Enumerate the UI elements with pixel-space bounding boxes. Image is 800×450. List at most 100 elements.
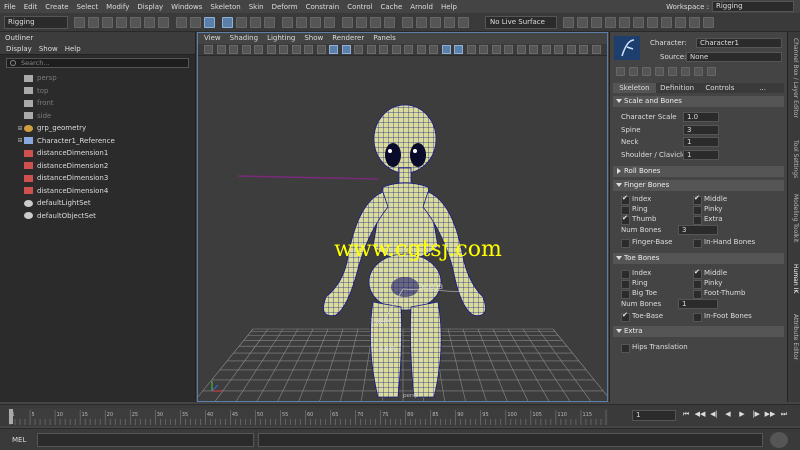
workspace-dropdown[interactable]: Rigging bbox=[712, 1, 794, 12]
render-tool-icon[interactable] bbox=[633, 17, 644, 28]
side-tab[interactable]: Tool Settings bbox=[790, 140, 799, 178]
current-frame-field[interactable]: 1 bbox=[632, 410, 676, 421]
bone-checkbox[interactable]: Index bbox=[621, 269, 651, 279]
hik-tool-icon[interactable] bbox=[668, 67, 677, 76]
playback-button-icon[interactable]: ⏭ bbox=[778, 410, 790, 419]
bone-checkbox[interactable]: Ring bbox=[621, 205, 648, 215]
shelf-tool-icon[interactable] bbox=[190, 17, 201, 28]
outliner-item[interactable]: defaultObjectSet bbox=[0, 210, 195, 223]
viewport-tool-icon[interactable] bbox=[354, 45, 363, 54]
side-tab[interactable]: Channel Box / Layer Editor bbox=[790, 38, 799, 118]
hips-translation-checkbox[interactable]: Hips Translation bbox=[621, 343, 688, 353]
shelf-tool-icon[interactable] bbox=[342, 17, 353, 28]
viewport-tool-icon[interactable] bbox=[441, 45, 451, 54]
viewport-tool-icon[interactable] bbox=[579, 45, 588, 54]
shelf-tool-icon[interactable] bbox=[444, 17, 455, 28]
viewport-tool-icon[interactable] bbox=[466, 45, 476, 54]
menu-skin[interactable]: Skin bbox=[245, 3, 268, 11]
viewport-tool-icon[interactable] bbox=[204, 45, 213, 54]
outliner-item[interactable]: distanceDimension2 bbox=[0, 160, 195, 173]
side-tab[interactable]: Attribute Editor bbox=[790, 314, 799, 360]
viewport-tool-icon[interactable] bbox=[429, 45, 438, 54]
shelf-tool-icon[interactable] bbox=[282, 17, 293, 28]
viewport-tool-icon[interactable] bbox=[479, 45, 488, 54]
hik-tool-icon[interactable] bbox=[629, 67, 638, 76]
menu-deform[interactable]: Deform bbox=[268, 3, 302, 11]
hik-tool-icon[interactable] bbox=[694, 67, 703, 76]
playback-button-icon[interactable]: ⏮ bbox=[680, 410, 692, 419]
hik-tab[interactable]: Controls bbox=[698, 83, 742, 93]
render-tool-icon[interactable] bbox=[703, 17, 714, 28]
shelf-tool-icon[interactable] bbox=[402, 17, 413, 28]
viewport-tool-icon[interactable] bbox=[541, 45, 551, 54]
shelf-tool-icon[interactable] bbox=[158, 17, 169, 28]
menu-select[interactable]: Select bbox=[73, 3, 103, 11]
bone-checkbox[interactable]: Ring bbox=[621, 279, 648, 289]
viewport-menu-item[interactable]: Lighting bbox=[267, 33, 295, 44]
outliner-item[interactable]: distanceDimension4 bbox=[0, 185, 195, 198]
bone-checkbox[interactable]: Thumb bbox=[621, 214, 656, 225]
menu-control[interactable]: Control bbox=[343, 3, 376, 11]
timeline-track[interactable]: 1 5 10 15 20 25 30 35 40 45 50 55 60 65 70 75 80 85 90 95 10… bbox=[8, 408, 608, 425]
viewport-tool-icon[interactable] bbox=[366, 45, 376, 54]
viewport-tool-icon[interactable] bbox=[591, 45, 601, 54]
render-tool-icon[interactable] bbox=[619, 17, 630, 28]
outliner-item[interactable]: persp bbox=[0, 72, 195, 85]
expand-icon[interactable]: ⊞ bbox=[16, 125, 24, 132]
shelf-tool-icon[interactable] bbox=[130, 17, 141, 28]
bone-checkbox[interactable]: Pinky bbox=[693, 279, 722, 289]
viewport-tool-icon[interactable] bbox=[316, 45, 326, 54]
playback-button-icon[interactable]: |▶ bbox=[750, 410, 762, 419]
menu-help[interactable]: Help bbox=[437, 3, 461, 11]
shelf-tool-icon[interactable] bbox=[176, 17, 187, 28]
viewport-tool-icon[interactable] bbox=[241, 45, 251, 54]
toe-bones-section[interactable]: Toe Bones bbox=[613, 253, 784, 264]
shelf-tool-icon[interactable] bbox=[324, 17, 335, 28]
bone-checkbox[interactable]: Big Toe bbox=[621, 289, 657, 299]
roll-bones-section[interactable]: Roll Bones bbox=[613, 166, 784, 177]
render-tool-icon[interactable] bbox=[591, 17, 602, 28]
viewport-tool-icon[interactable] bbox=[266, 45, 276, 54]
viewport-tool-icon[interactable] bbox=[254, 45, 263, 54]
viewport-tool-icon[interactable] bbox=[216, 45, 226, 54]
hik-tool-icon[interactable] bbox=[616, 67, 625, 76]
shelf-tool-icon[interactable] bbox=[370, 17, 381, 28]
viewport-tool-icon[interactable] bbox=[379, 45, 388, 54]
menu-edit[interactable]: Edit bbox=[20, 3, 42, 11]
shelf-tool-icon[interactable] bbox=[236, 17, 247, 28]
finger-base-checkbox[interactable]: Finger-Base bbox=[621, 238, 672, 248]
menu-windows[interactable]: Windows bbox=[167, 3, 206, 11]
viewport-tool-icon[interactable] bbox=[529, 45, 538, 54]
finger-bones-section[interactable]: Finger Bones bbox=[613, 180, 784, 191]
hik-tool-icon[interactable] bbox=[655, 67, 664, 76]
viewport-tool-icon[interactable] bbox=[491, 45, 501, 54]
shelf-tool-icon[interactable] bbox=[264, 17, 275, 28]
viewport-menu-item[interactable]: Show bbox=[304, 33, 323, 44]
mode-dropdown[interactable]: Rigging bbox=[4, 16, 68, 29]
viewport-tool-icon[interactable] bbox=[404, 45, 413, 54]
outliner-item[interactable]: front bbox=[0, 97, 195, 110]
source-dropdown[interactable]: None bbox=[686, 52, 782, 62]
viewport-tool-icon[interactable] bbox=[391, 45, 401, 54]
viewport-tool-icon[interactable] bbox=[229, 45, 238, 54]
outliner-item[interactable]: distanceDimension3 bbox=[0, 172, 195, 185]
hik-field-value[interactable]: 1 bbox=[683, 137, 719, 147]
bone-checkbox[interactable]: Middle bbox=[693, 194, 727, 205]
viewport-tool-icon[interactable] bbox=[416, 45, 426, 54]
menu-modify[interactable]: Modify bbox=[102, 3, 133, 11]
hik-field-value[interactable]: 3 bbox=[683, 124, 719, 135]
shelf-tool-icon[interactable] bbox=[222, 17, 233, 28]
viewport-menu-item[interactable]: View bbox=[204, 33, 221, 44]
outliner-menu-item[interactable]: Help bbox=[65, 44, 81, 54]
hik-tool-icon[interactable] bbox=[642, 67, 651, 76]
render-tool-icon[interactable] bbox=[563, 17, 574, 28]
shelf-tool-icon[interactable] bbox=[296, 17, 307, 28]
render-tool-icon[interactable] bbox=[647, 17, 658, 28]
render-tool-icon[interactable] bbox=[661, 17, 672, 28]
playback-button-icon[interactable]: ◀◀ bbox=[694, 410, 706, 419]
toe-num-field[interactable]: 1 bbox=[678, 299, 718, 309]
playback-button-icon[interactable]: ◀| bbox=[708, 410, 720, 419]
shelf-tool-icon[interactable] bbox=[88, 17, 99, 28]
menu-skeleton[interactable]: Skeleton bbox=[206, 3, 244, 11]
render-tool-icon[interactable] bbox=[577, 17, 588, 28]
